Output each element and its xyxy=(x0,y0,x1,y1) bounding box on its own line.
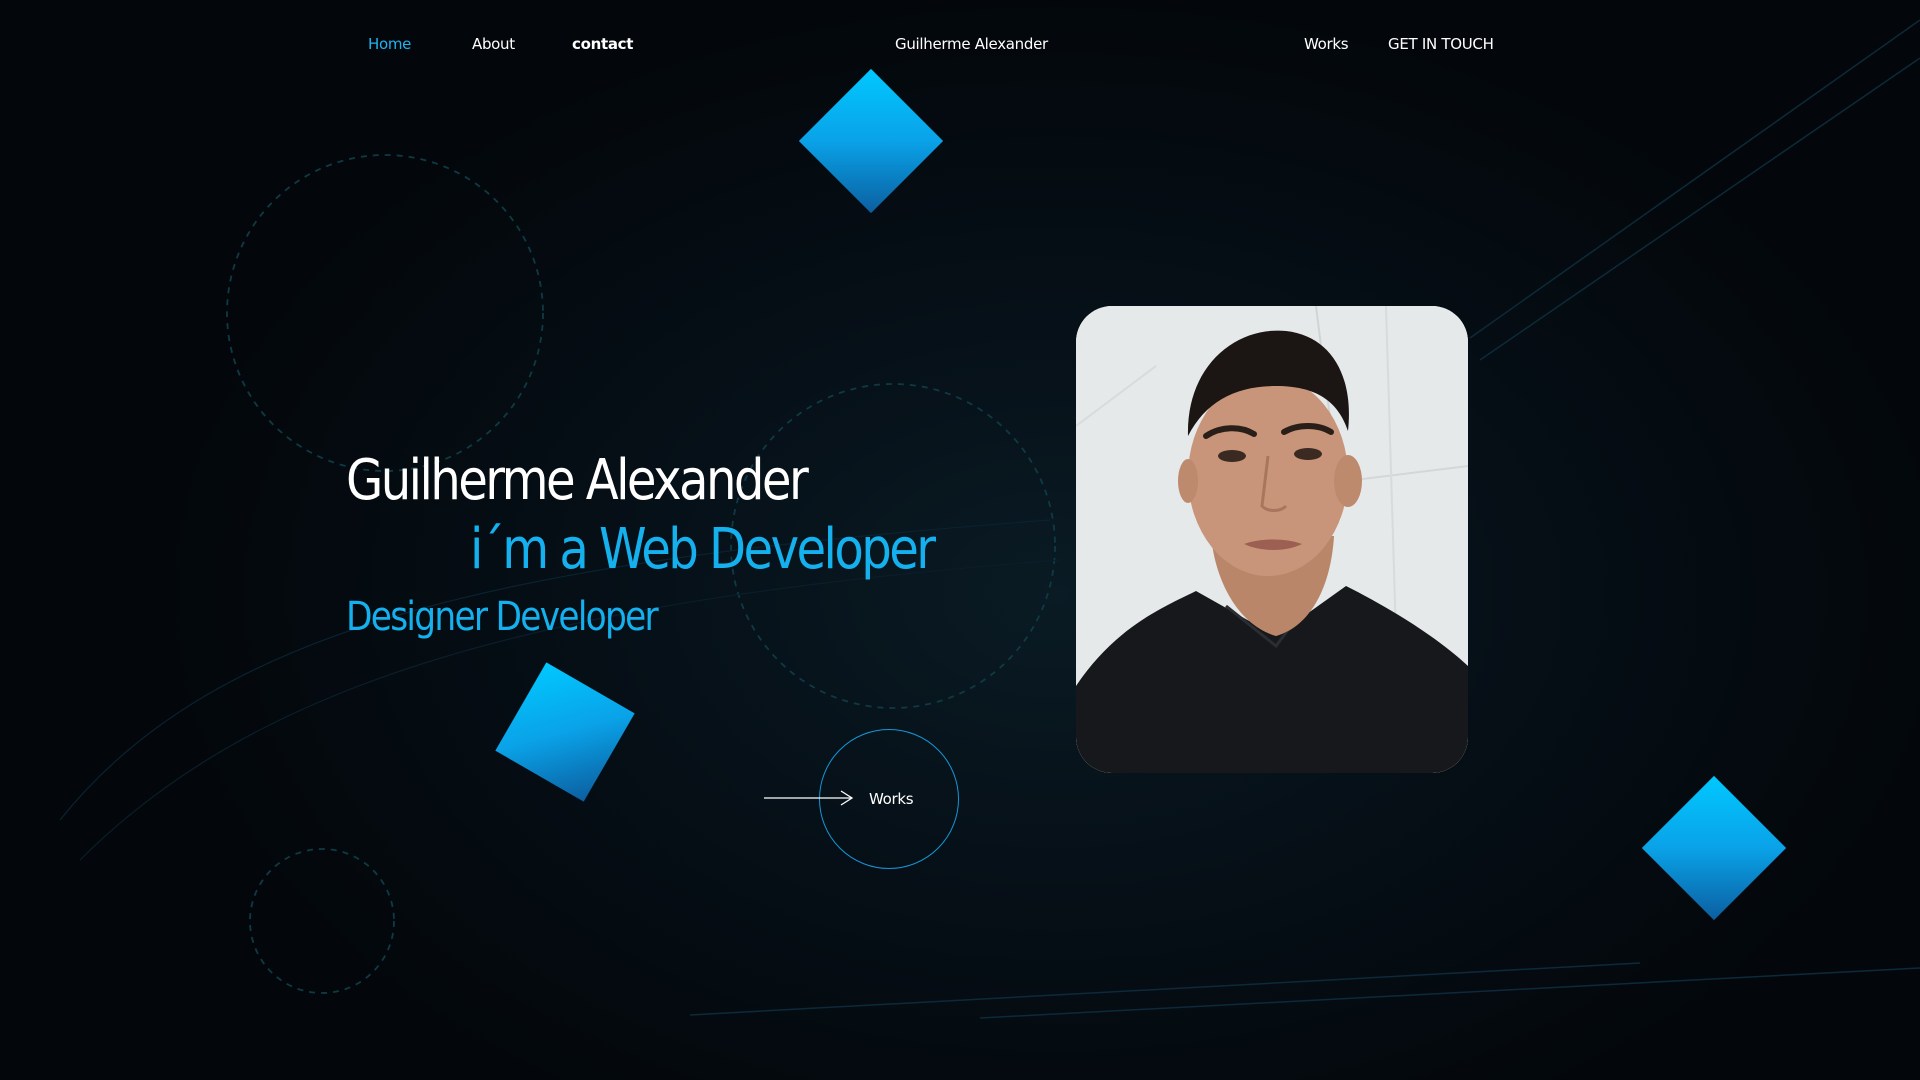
deco-line-right-2 xyxy=(1479,57,1920,361)
works-cta-button[interactable]: Works xyxy=(763,729,961,871)
nav-brand-link[interactable]: Guilherme Alexander xyxy=(895,35,1048,53)
works-cta-label: Works xyxy=(869,790,914,808)
nav-works-link[interactable]: Works xyxy=(1304,35,1349,53)
nav-contact-link[interactable]: contact xyxy=(572,35,633,53)
nav-get-in-touch-link[interactable]: GET IN TOUCH xyxy=(1388,35,1494,53)
dashed-circle-bottom-left xyxy=(249,848,395,994)
nav-about-link[interactable]: About xyxy=(472,35,515,53)
background-decoration xyxy=(59,19,1920,1019)
profile-photo xyxy=(1076,306,1468,773)
hero-role-text: i´m a Web Developer xyxy=(470,517,936,582)
deco-line-bottom-1 xyxy=(689,962,1641,1016)
nav-home-link[interactable]: Home xyxy=(368,35,411,53)
arrow-right-icon xyxy=(764,790,854,806)
hero-name-heading: Guilherme Alexander xyxy=(346,448,809,513)
hero-subtitle-text: Designer Developer xyxy=(346,594,659,640)
dashed-circle-top-left xyxy=(226,154,544,472)
deco-line-right-1 xyxy=(1469,19,1920,339)
deco-line-bottom-2 xyxy=(979,967,1920,1019)
